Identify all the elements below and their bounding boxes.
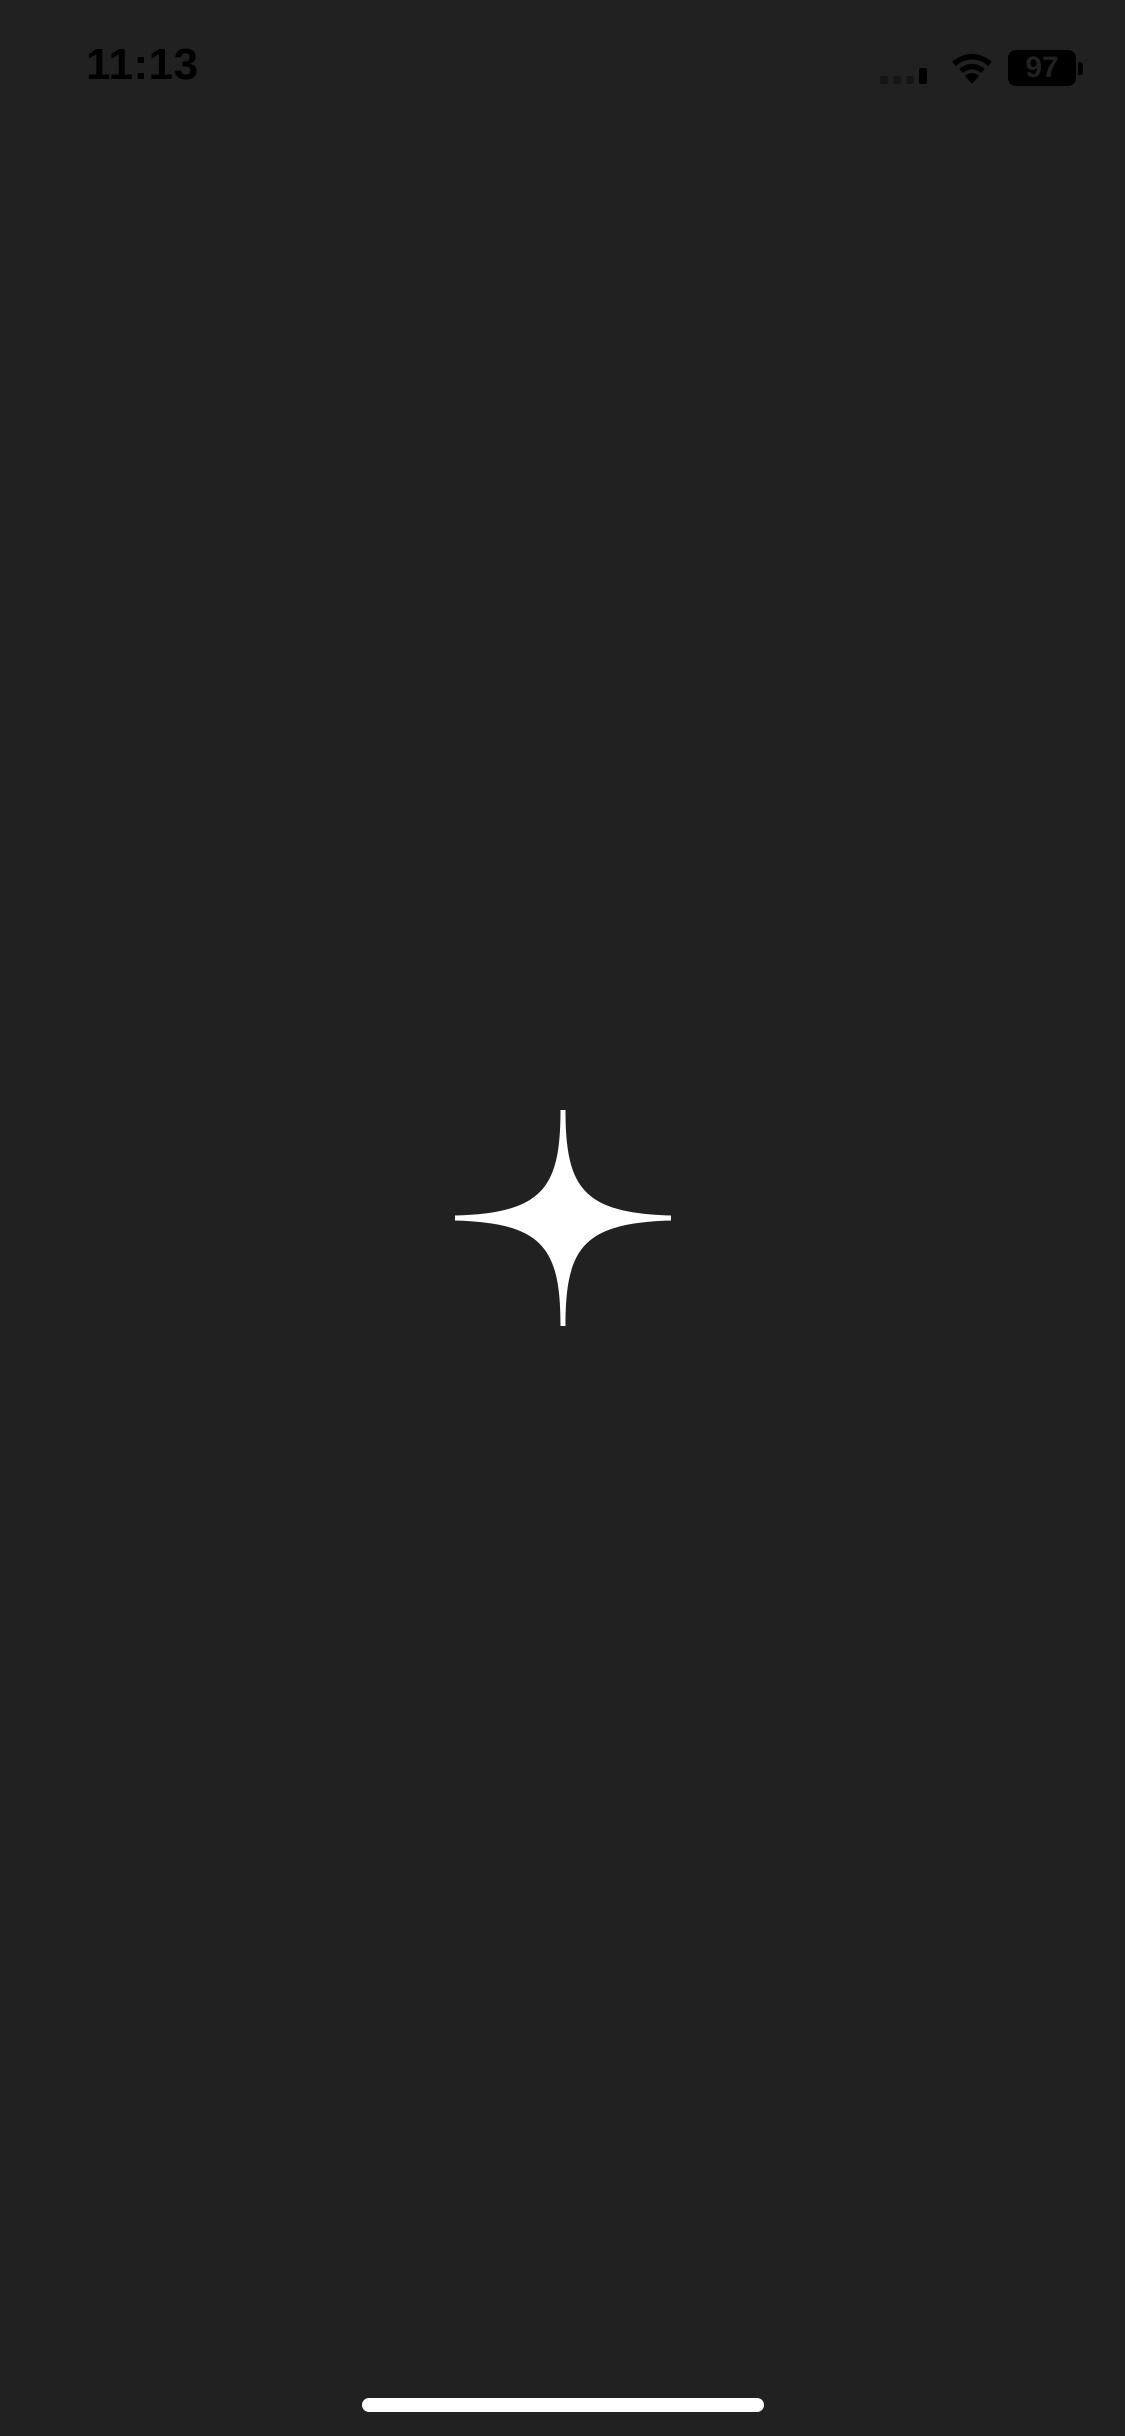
battery-icon: 97 — [1008, 50, 1076, 86]
signal-icon — [880, 60, 932, 84]
sparkle-icon — [455, 1110, 671, 1326]
battery-nub — [1078, 62, 1083, 75]
home-indicator[interactable] — [362, 2398, 764, 2412]
wifi-icon — [952, 54, 992, 84]
status-bar: 11:13 97 — [0, 0, 1125, 132]
status-time: 11:13 — [86, 40, 199, 89]
battery-level: 97 — [1025, 51, 1059, 84]
